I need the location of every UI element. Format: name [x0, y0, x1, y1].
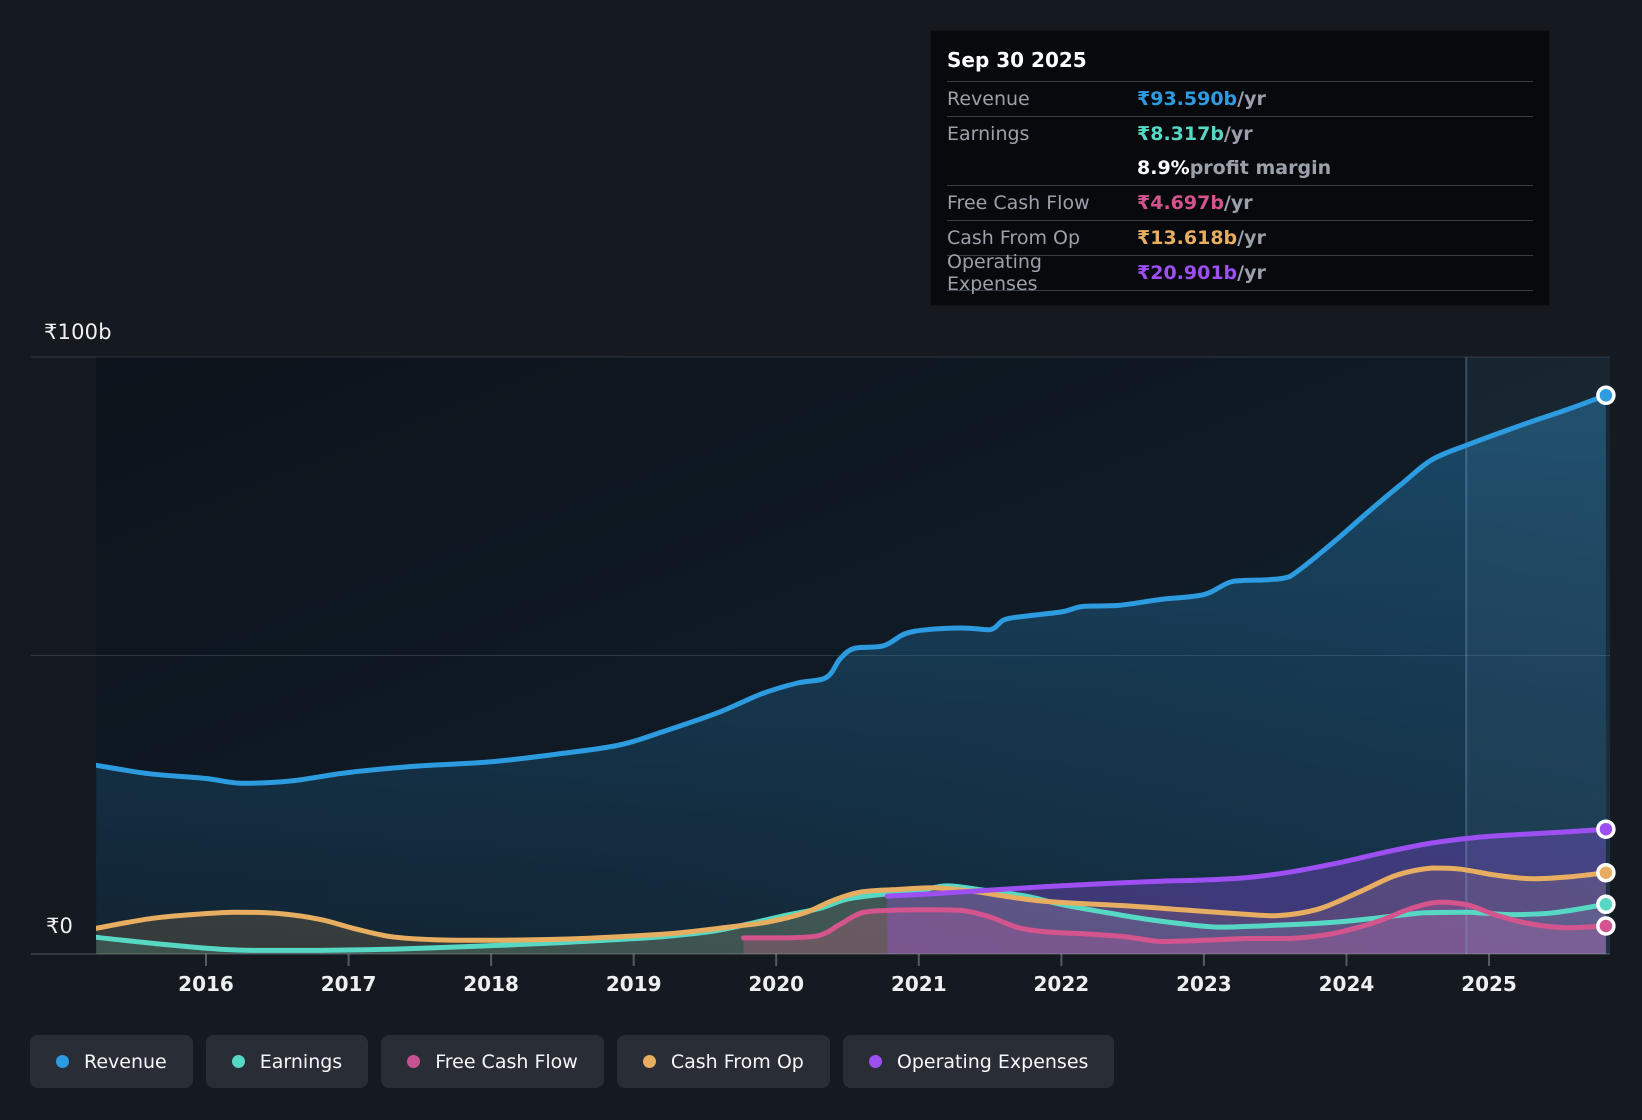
legend-label: Revenue	[84, 1050, 167, 1073]
x-tick-label-2018: 2018	[463, 972, 519, 996]
legend-label: Operating Expenses	[896, 1050, 1089, 1073]
tooltip-label: Earnings	[947, 123, 1030, 145]
tooltip-row-profit-margin: 8.9% profit margin	[947, 151, 1533, 185]
profit-margin-value: 8.9%	[1137, 157, 1190, 179]
operating-expenses-end-dot[interactable]	[1596, 819, 1616, 839]
tooltip-label: Cash From Op	[947, 227, 1081, 249]
y-axis-label-0: ₹0	[46, 914, 74, 938]
tooltip-row-free-cash-flow: Free Cash Flow ₹4.697b /yr	[947, 185, 1533, 220]
tooltip-rows: Revenue ₹93.590b /yr Earnings ₹8.317b /yr 8.…	[947, 82, 1533, 295]
x-tick-label-2019: 2019	[605, 972, 662, 996]
tooltip-value-suffix: /yr	[1237, 88, 1266, 110]
x-tick-label-2024: 2024	[1318, 972, 1375, 996]
x-tick-label-2016: 2016	[178, 972, 234, 996]
free-cash-flow-dot-icon	[407, 1055, 421, 1068]
tooltip-value: ₹93.590b	[1137, 88, 1238, 110]
tooltip-label: Revenue	[947, 88, 1030, 110]
legend-item-cash-from-op[interactable]: Cash From Op	[616, 1035, 830, 1088]
tooltip-value: ₹13.618b	[1137, 227, 1238, 249]
legend-label: Earnings	[259, 1050, 343, 1073]
x-tick-label-2017: 2017	[320, 972, 377, 996]
x-tick-label-2021: 2021	[890, 972, 947, 996]
cash-from-op-end-dot[interactable]	[1596, 862, 1616, 883]
earnings-dot-icon	[231, 1055, 245, 1068]
legend-label: Cash From Op	[670, 1050, 804, 1073]
tooltip-row-earnings: Earnings ₹8.317b /yr	[947, 116, 1533, 151]
tooltip-value-suffix: /yr	[1237, 227, 1266, 249]
revenue-end-dot[interactable]	[1596, 385, 1616, 406]
tooltip-value: ₹4.697b	[1137, 192, 1224, 214]
legend-item-free-cash-flow[interactable]: Free Cash Flow	[381, 1035, 604, 1088]
tooltip-date: Sep 30 2025	[947, 39, 1533, 82]
legend-item-earnings[interactable]: Earnings	[205, 1035, 369, 1088]
tooltip-row-revenue: Revenue ₹93.590b /yr	[947, 82, 1533, 116]
tooltip-row-operating-expenses: Operating Expenses ₹20.901b /yr	[947, 251, 1533, 295]
y-axis-label-100b: ₹100b	[44, 320, 112, 344]
tooltip-value-suffix: /yr	[1237, 262, 1266, 284]
legend-item-operating-expenses[interactable]: Operating Expenses	[842, 1035, 1115, 1088]
legend-label: Free Cash Flow	[435, 1050, 578, 1073]
tooltip-value-suffix: /yr	[1223, 192, 1253, 214]
highlight-band	[1466, 357, 1610, 954]
x-tick-label-2020: 2020	[748, 972, 805, 996]
tooltip-value: ₹8.317b	[1137, 123, 1224, 145]
tooltip-value-suffix: /yr	[1223, 123, 1253, 145]
tooltip-row-cash-from-op: Cash From Op ₹13.618b /yr	[947, 220, 1533, 255]
chart-tooltip: Sep 30 2025 Revenue ₹93.590b /yr Earnings ₹…	[930, 30, 1550, 306]
tooltip-value: ₹20.901b	[1137, 262, 1238, 284]
cash-from-op-dot-icon	[642, 1055, 656, 1068]
operating-expenses-dot-icon	[868, 1055, 882, 1068]
profit-margin-text: profit margin	[1189, 157, 1332, 179]
legend-item-revenue[interactable]: Revenue	[30, 1035, 193, 1088]
x-tick-label-2023: 2023	[1176, 972, 1232, 996]
free-cash-flow-end-dot[interactable]	[1596, 916, 1616, 936]
revenue-dot-icon	[56, 1055, 69, 1068]
earnings-end-dot[interactable]	[1596, 894, 1616, 915]
x-tick-label-2025: 2025	[1461, 972, 1517, 996]
financial-history-page: ₹100b ₹0 2016 2017 2018 2019 2020 2021 2022 202…	[0, 0, 1642, 1120]
x-tick-label-2022: 2022	[1033, 972, 1090, 996]
chart-legend: Revenue Earnings Free Cash Flow Cash From O…	[30, 1035, 1115, 1088]
tooltip-label: Operating Expenses	[947, 251, 1042, 295]
tooltip-label: Free Cash Flow	[947, 192, 1090, 214]
